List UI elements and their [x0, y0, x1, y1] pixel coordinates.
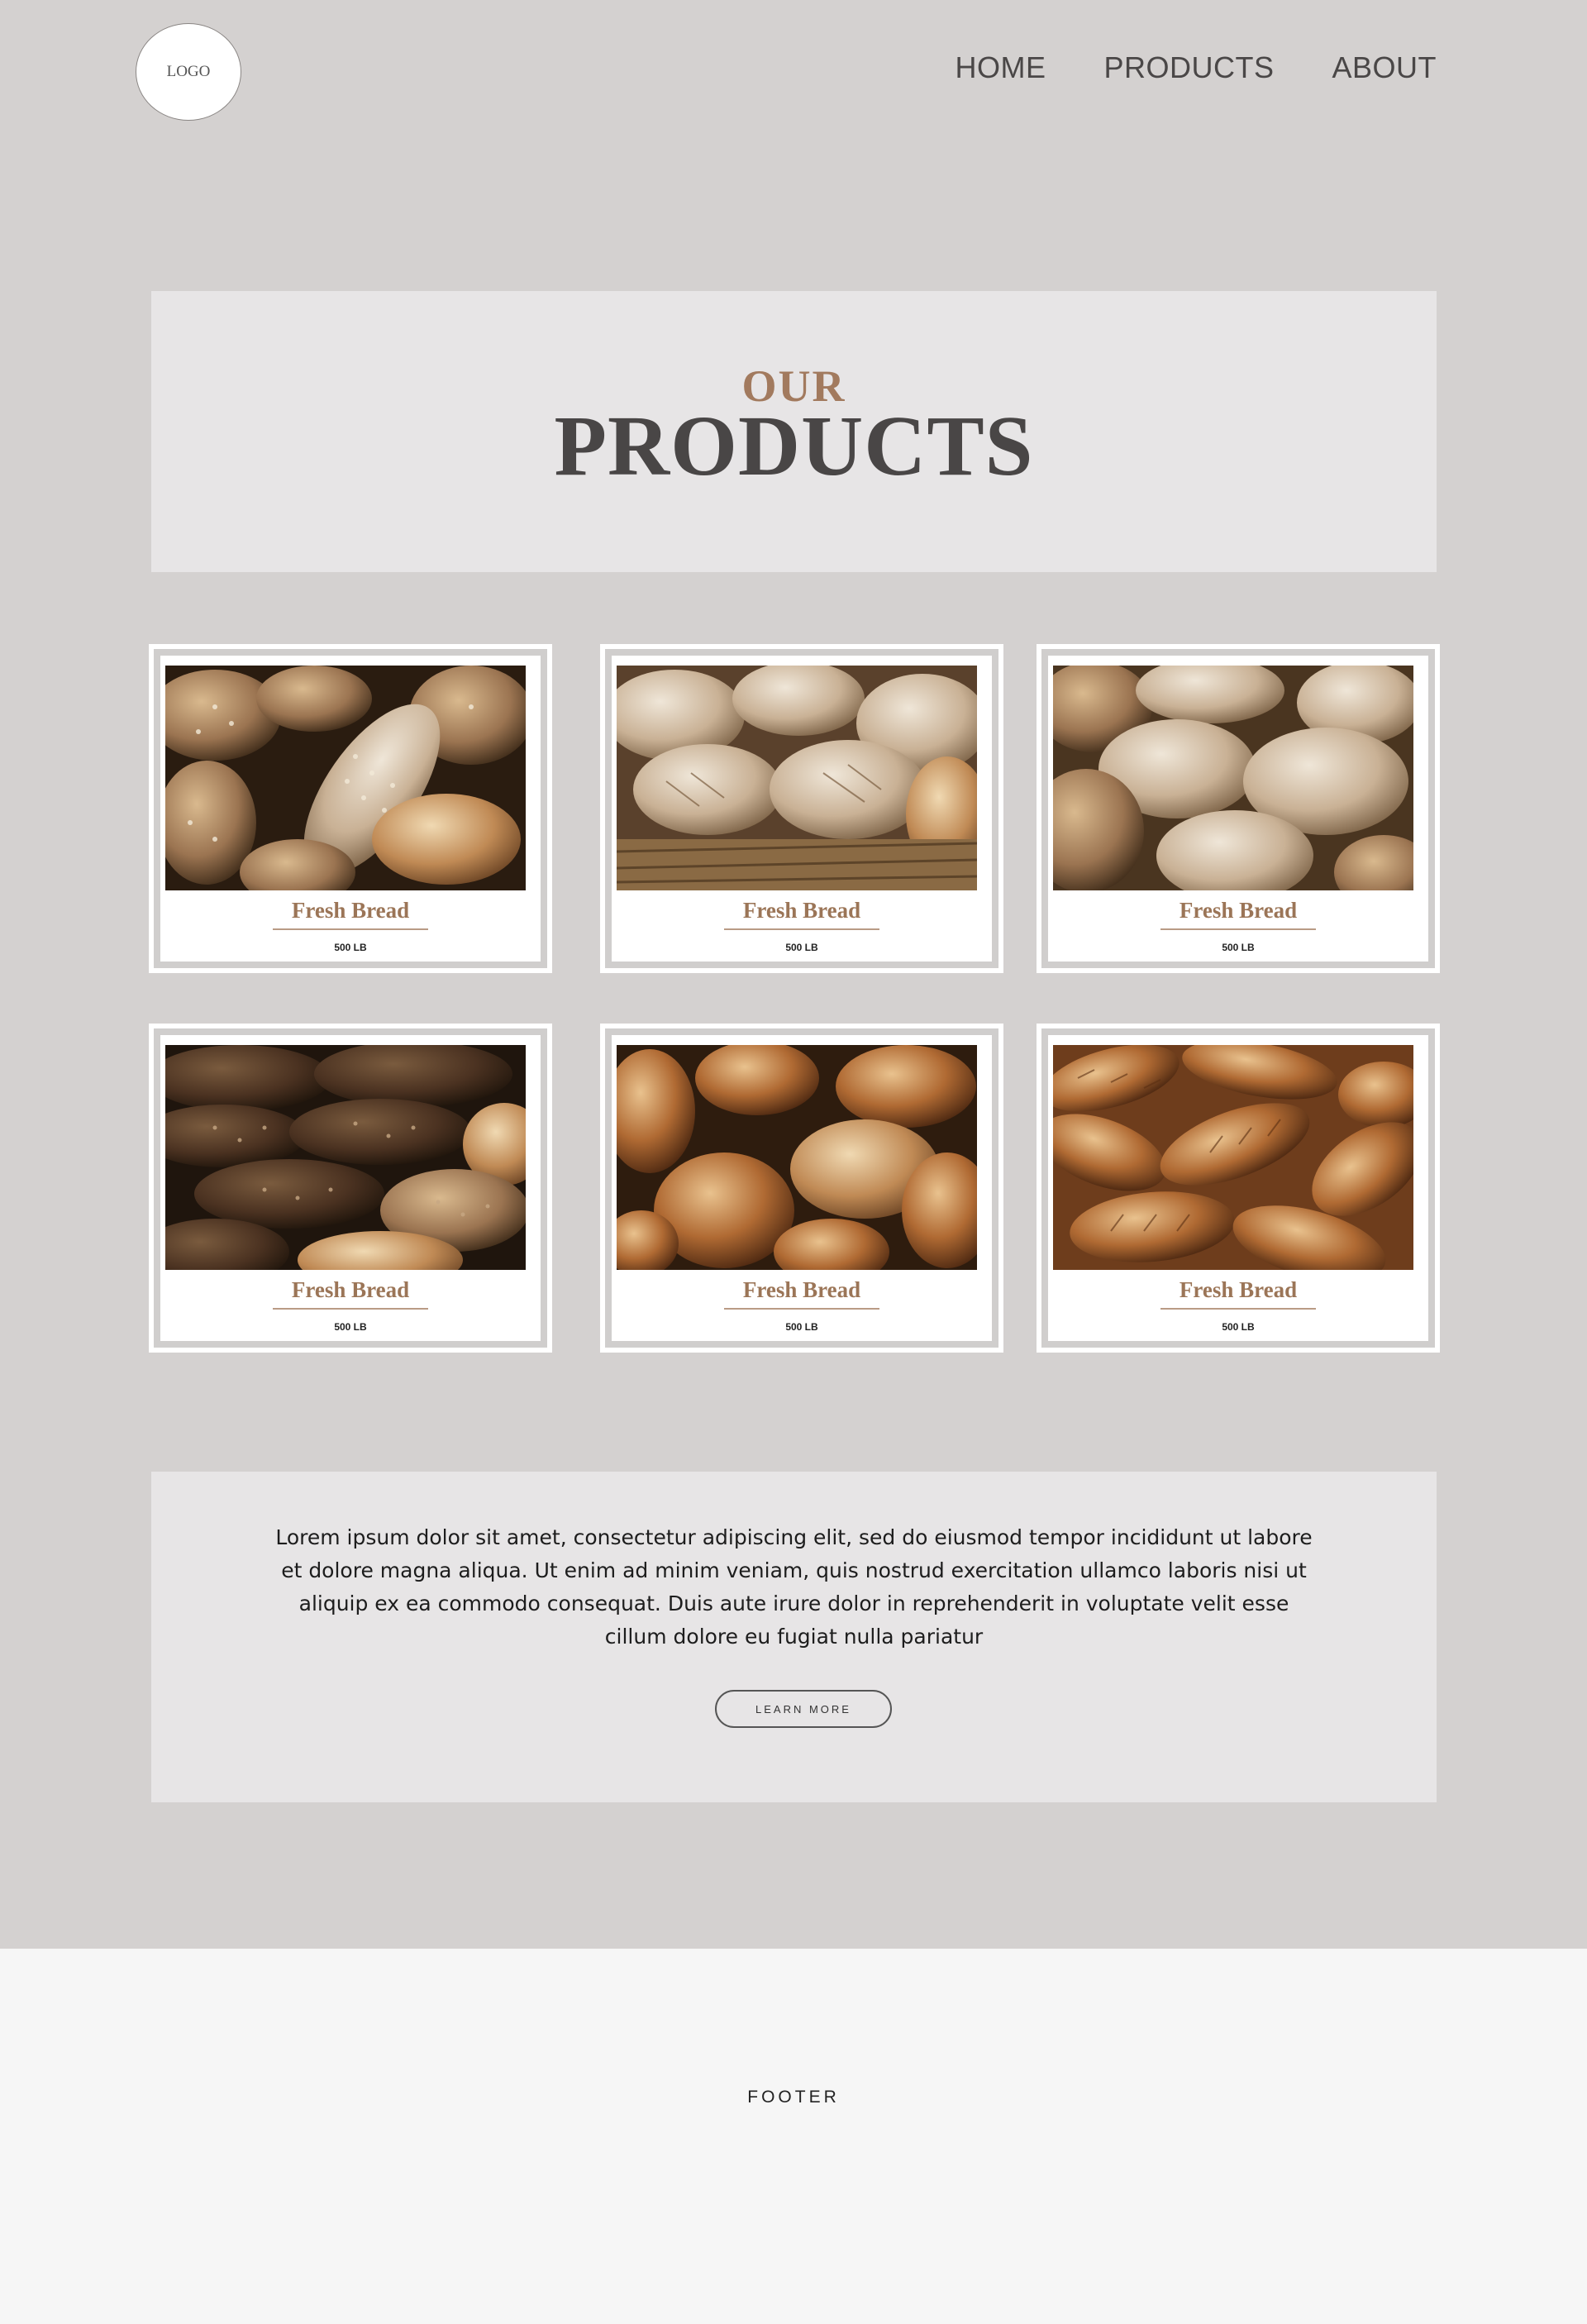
product-card-frame: Fresh Bread 500 LB [605, 1028, 998, 1348]
product-name: Fresh Bread [291, 898, 410, 923]
info-paragraph: Lorem ipsum dolor sit amet, consectetur … [275, 1525, 1313, 1649]
product-card[interactable]: Fresh Bread 500 LB [600, 644, 1003, 973]
page-title: PRODUCTS [554, 398, 1034, 494]
bread-photo [617, 666, 977, 890]
divider [724, 928, 879, 930]
bread-photo [1053, 666, 1413, 890]
logo[interactable]: LOGO [136, 23, 241, 121]
divider [273, 928, 428, 930]
product-name: Fresh Bread [1179, 898, 1298, 923]
product-card[interactable]: Fresh Bread 500 LB [149, 1024, 552, 1353]
product-name: Fresh Bread [291, 1277, 410, 1302]
product-weight: 500 LB [785, 941, 818, 953]
divider [724, 1307, 879, 1310]
product-card[interactable]: Fresh Bread 500 LB [1037, 644, 1440, 973]
info-section: Lorem ipsum dolor sit amet, consectetur … [151, 1472, 1437, 1802]
divider [273, 1307, 428, 1310]
main-nav: HOME PRODUCTS ABOUT [955, 53, 1437, 83]
nav-about[interactable]: ABOUT [1332, 53, 1437, 83]
learn-more-button[interactable]: LEARN MORE [715, 1690, 892, 1728]
bread-photo [1053, 1045, 1413, 1270]
nav-home[interactable]: HOME [955, 53, 1046, 83]
product-weight: 500 LB [334, 941, 367, 953]
product-card-frame: Fresh Bread 500 LB [154, 1028, 547, 1348]
product-card[interactable]: Fresh Bread 500 LB [149, 644, 552, 973]
footer-label: FOOTER [747, 2088, 840, 2107]
products-hero: OUR PRODUCTS [151, 291, 1437, 572]
bread-photo [165, 1045, 526, 1270]
bread-photo [165, 666, 526, 890]
bread-photo [617, 1045, 977, 1270]
product-weight: 500 LB [1222, 1320, 1255, 1333]
product-name: Fresh Bread [1179, 1277, 1298, 1302]
product-card-frame: Fresh Bread 500 LB [154, 649, 547, 968]
product-weight: 500 LB [1222, 941, 1255, 953]
product-weight: 500 LB [334, 1320, 367, 1333]
product-card-frame: Fresh Bread 500 LB [605, 649, 998, 968]
product-card[interactable]: Fresh Bread 500 LB [600, 1024, 1003, 1353]
nav-products[interactable]: PRODUCTS [1103, 53, 1274, 83]
divider [1160, 928, 1316, 930]
product-weight: 500 LB [785, 1320, 818, 1333]
product-card-frame: Fresh Bread 500 LB [1041, 1028, 1435, 1348]
product-name: Fresh Bread [742, 898, 861, 923]
product-card[interactable]: Fresh Bread 500 LB [1037, 1024, 1440, 1353]
footer: FOOTER [0, 1949, 1587, 2324]
product-card-frame: Fresh Bread 500 LB [1041, 649, 1435, 968]
divider [1160, 1307, 1316, 1310]
product-name: Fresh Bread [742, 1277, 861, 1302]
